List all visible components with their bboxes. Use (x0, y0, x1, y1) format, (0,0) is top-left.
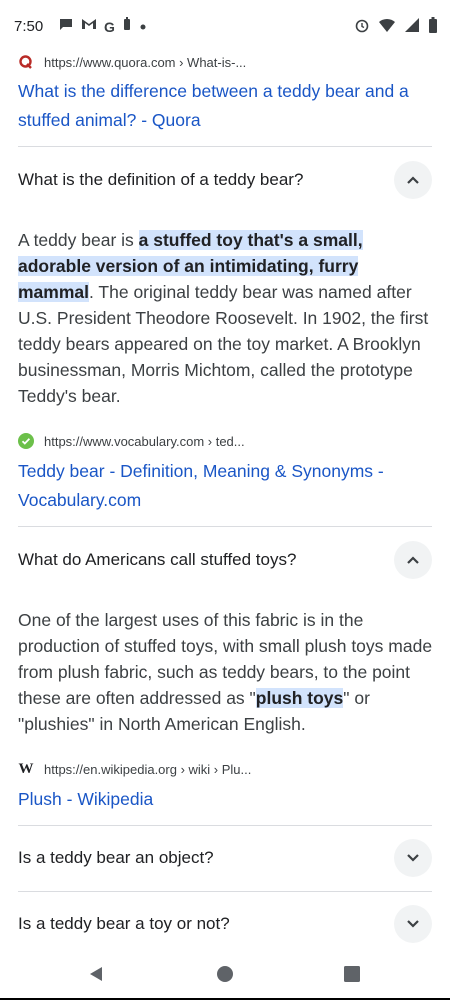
quora-icon (18, 54, 34, 70)
quora-source-url: https://www.quora.com › What-is-... (44, 54, 247, 70)
divider (18, 891, 432, 892)
google-icon: G (104, 18, 115, 35)
quora-source-row[interactable]: https://www.quora.com › What-is-... (18, 54, 246, 70)
question-text: Is a teddy bear a toy or not? (18, 914, 230, 933)
quora-result-title[interactable]: What is the difference between a teddy b… (18, 77, 428, 135)
vocabulary-source-row[interactable]: https://www.vocabulary.com › ted... (18, 433, 245, 449)
recents-icon[interactable] (338, 960, 366, 988)
chevron-down-icon[interactable] (394, 839, 432, 877)
question-row-definition[interactable]: What is the definition of a teddy bear? (18, 160, 432, 200)
chevron-down-icon[interactable] (394, 905, 432, 943)
home-icon[interactable] (211, 960, 239, 988)
wikipedia-source-url: https://en.wikipedia.org › wiki › Plu... (44, 761, 252, 777)
chevron-up-icon[interactable] (394, 161, 432, 199)
notification-icons: G (58, 16, 147, 37)
dot-icon (139, 18, 147, 36)
question-row-object[interactable]: Is a teddy bear an object? (18, 838, 432, 878)
wikipedia-icon: W (18, 760, 34, 777)
question-text: Is a teddy bear an object? (18, 848, 214, 867)
question-text: What is the definition of a teddy bear? (18, 170, 304, 189)
answer-highlight: plush toys (255, 688, 344, 708)
wikipedia-result-title[interactable]: Plush - Wikipedia (18, 785, 428, 814)
back-icon[interactable] (82, 960, 110, 988)
divider (18, 526, 432, 527)
system-icons (354, 16, 438, 39)
question-row-americans[interactable]: What do Americans call stuffed toys? (18, 540, 432, 580)
chat-icon (58, 16, 74, 37)
gmail-icon (81, 17, 97, 36)
divider (18, 146, 432, 147)
question-text: What do Americans call stuffed toys? (18, 550, 297, 569)
battery-icon (428, 16, 438, 39)
wikipedia-source-row[interactable]: W https://en.wikipedia.org › wiki › Plu.… (18, 760, 252, 777)
answer-text-americans: One of the largest uses of this fabric i… (18, 607, 436, 737)
answer-text: A teddy bear is (18, 230, 139, 250)
answer-text-definition: A teddy bear is a stuffed toy that's a s… (18, 227, 436, 409)
divider (18, 825, 432, 826)
question-row-toy[interactable]: Is a teddy bear a toy or not? (18, 904, 432, 944)
chevron-up-icon[interactable] (394, 541, 432, 579)
navigation-bar (0, 946, 450, 1000)
vocabulary-source-url: https://www.vocabulary.com › ted... (44, 433, 245, 449)
wifi-icon (378, 17, 396, 38)
status-bar: 7:50 G (0, 0, 450, 56)
status-time: 7:50 (14, 18, 44, 35)
signal-icon (404, 17, 420, 38)
battery-saver-icon (122, 16, 132, 37)
vocabulary-check-icon (18, 433, 34, 449)
vocabulary-result-title[interactable]: Teddy bear - Definition, Meaning & Synon… (18, 457, 428, 515)
alarm-icon (354, 17, 370, 38)
